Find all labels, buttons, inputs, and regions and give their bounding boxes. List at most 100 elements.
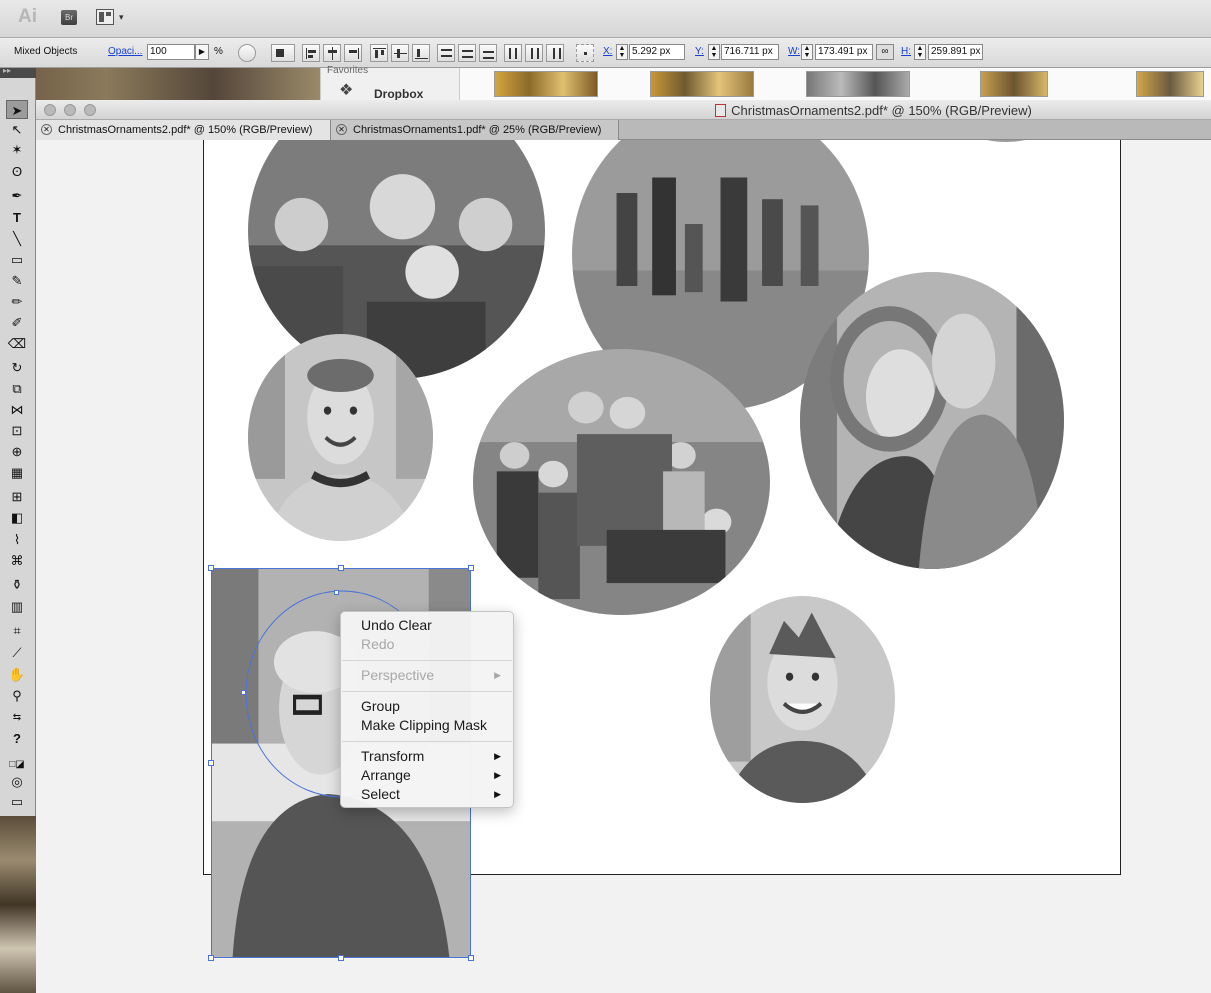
zoom-tool-icon[interactable]: ⚲ — [6, 686, 28, 705]
boy-portrait-ornament[interactable] — [248, 334, 433, 541]
x-input[interactable]: 5.292 px — [629, 44, 685, 60]
selection-tool-icon[interactable]: ➤ — [6, 100, 28, 119]
dropbox-favorite[interactable]: Dropbox — [374, 87, 423, 101]
pencil-tool-icon[interactable]: ✏ — [6, 292, 28, 311]
opacity-input[interactable]: 100 — [147, 44, 195, 60]
opacity-dropdown-button[interactable]: ▶ — [195, 44, 209, 60]
resize-handle[interactable] — [208, 760, 214, 766]
opacity-link[interactable]: Opaci... — [108, 46, 142, 57]
scale-tool-icon[interactable]: ⧉ — [6, 379, 28, 398]
thumbnail[interactable] — [494, 71, 598, 97]
thumbnail[interactable] — [1136, 71, 1204, 97]
gradient-tool-icon[interactable]: ◧ — [6, 508, 28, 527]
fill-stroke-icon[interactable]: ? — [6, 729, 28, 748]
draw-mode-icon[interactable]: ◎ — [6, 772, 28, 791]
menu-item-make-clipping-mask[interactable]: Make Clipping Mask — [341, 716, 513, 735]
symbol-sprayer-tool-icon[interactable]: ⚱ — [6, 575, 28, 594]
cropped-ornament[interactable] — [961, 140, 1051, 142]
bridge-button[interactable]: Br — [61, 10, 77, 25]
lasso-tool-icon[interactable]: ʘ — [6, 162, 28, 181]
hand-tool-icon[interactable]: ✋ — [6, 665, 28, 684]
couple-portrait-ornament[interactable] — [800, 272, 1064, 569]
horizontal-distribute-right-icon[interactable] — [546, 44, 564, 62]
align-to-icon[interactable] — [271, 44, 295, 62]
tools-panel-header[interactable]: ▸▸ — [0, 66, 36, 78]
y-input[interactable]: 716.711 px — [721, 44, 779, 60]
w-input[interactable]: 173.491 px — [815, 44, 873, 60]
line-segment-tool-icon[interactable]: ╲ — [6, 229, 28, 248]
chevron-down-icon[interactable]: ▾ — [119, 12, 124, 23]
resize-handle[interactable] — [468, 955, 474, 961]
artboard-tool-icon[interactable]: ⌗ — [6, 621, 28, 640]
horizontal-align-right-icon[interactable] — [344, 44, 362, 62]
w-label[interactable]: W: — [788, 46, 800, 57]
arrange-documents-icon[interactable] — [96, 9, 114, 25]
thumbnail[interactable] — [806, 71, 910, 97]
magic-wand-tool-icon[interactable]: ✶ — [6, 140, 28, 159]
column-graph-tool-icon[interactable]: ▥ — [6, 597, 28, 616]
screen-mode-icon[interactable]: ▭ — [6, 792, 28, 811]
resize-handle[interactable] — [208, 565, 214, 571]
width-tool-icon[interactable]: ⋈ — [6, 400, 28, 419]
vertical-distribute-center-icon[interactable] — [458, 44, 476, 62]
boy-portrait-ornament[interactable] — [710, 596, 895, 803]
w-stepper[interactable]: ▲ ▼ — [801, 44, 813, 60]
tab-christmas-ornaments-1[interactable]: ✕ ChristmasOrnaments1.pdf* @ 25% (RGB/Pr… — [331, 120, 619, 140]
menu-item-transform[interactable]: Transform ▶ — [341, 747, 513, 766]
menu-item-select[interactable]: Select ▶ — [341, 785, 513, 804]
document-titlebar[interactable]: ChristmasOrnaments2.pdf* @ 150% (RGB/Pre… — [36, 100, 1211, 120]
tab-christmas-ornaments-2[interactable]: ✕ ChristmasOrnaments2.pdf* @ 150% (RGB/P… — [36, 120, 331, 140]
resize-handle[interactable] — [338, 955, 344, 961]
menu-item-undo-clear[interactable]: Undo Clear — [341, 616, 513, 635]
swap-fill-stroke-icon[interactable]: ⇆ — [6, 708, 28, 727]
close-tab-icon[interactable]: ✕ — [336, 124, 347, 135]
x-stepper[interactable]: ▲ ▼ — [616, 44, 628, 60]
vertical-distribute-bottom-icon[interactable] — [479, 44, 497, 62]
eyedropper-tool-icon[interactable]: ⌇ — [6, 530, 28, 549]
menu-item-group[interactable]: Group — [341, 697, 513, 716]
paintbrush-tool-icon[interactable]: ✎ — [6, 271, 28, 290]
free-transform-tool-icon[interactable]: ⊡ — [6, 421, 28, 440]
rectangle-tool-icon[interactable]: ▭ — [6, 250, 28, 269]
horizontal-align-center-icon[interactable] — [323, 44, 341, 62]
recolor-artwork-icon[interactable] — [238, 44, 256, 62]
resize-handle[interactable] — [338, 565, 344, 571]
blend-tool-icon[interactable]: ⌘ — [6, 551, 28, 570]
anchor-point[interactable] — [241, 690, 246, 695]
resize-handle[interactable] — [208, 955, 214, 961]
vertical-align-bottom-icon[interactable] — [412, 44, 430, 62]
h-input[interactable]: 259.891 px — [928, 44, 983, 60]
eraser-tool-icon[interactable]: ⌫ — [6, 334, 28, 353]
thumbnail[interactable] — [980, 71, 1048, 97]
type-tool-icon[interactable]: T — [6, 208, 28, 227]
family-group-ornament[interactable] — [473, 349, 770, 615]
reference-point-icon[interactable] — [576, 44, 594, 62]
blob-brush-tool-icon[interactable]: ✐ — [6, 313, 28, 332]
horizontal-distribute-left-icon[interactable] — [504, 44, 522, 62]
y-stepper[interactable]: ▲ ▼ — [708, 44, 720, 60]
shape-builder-tool-icon[interactable]: ⊕ — [6, 442, 28, 461]
horizontal-align-left-icon[interactable] — [302, 44, 320, 62]
vertical-align-center-icon[interactable] — [391, 44, 409, 62]
direct-selection-tool-icon[interactable]: ↖ — [6, 120, 28, 139]
resize-handle[interactable] — [468, 565, 474, 571]
menu-item-label: Undo Clear — [361, 617, 432, 633]
thumbnail[interactable] — [650, 71, 754, 97]
mesh-tool-icon[interactable]: ⊞ — [6, 487, 28, 506]
menu-item-arrange[interactable]: Arrange ▶ — [341, 766, 513, 785]
constrain-proportions-icon[interactable]: ∞ — [876, 44, 894, 60]
rotate-tool-icon[interactable]: ↻ — [6, 358, 28, 377]
horizontal-distribute-center-icon[interactable] — [525, 44, 543, 62]
x-label[interactable]: X: — [603, 46, 612, 57]
vertical-distribute-top-icon[interactable] — [437, 44, 455, 62]
artboard-canvas[interactable] — [36, 140, 1211, 993]
h-stepper[interactable]: ▲ ▼ — [914, 44, 926, 60]
anchor-point[interactable] — [334, 590, 339, 595]
perspective-grid-tool-icon[interactable]: ▦ — [6, 463, 28, 482]
close-tab-icon[interactable]: ✕ — [41, 124, 52, 135]
h-label[interactable]: H: — [901, 46, 911, 57]
vertical-align-top-icon[interactable] — [370, 44, 388, 62]
slice-tool-icon[interactable]: ⟋ — [6, 643, 28, 662]
pen-tool-icon[interactable]: ✒ — [6, 186, 28, 205]
y-label[interactable]: Y: — [695, 46, 704, 57]
